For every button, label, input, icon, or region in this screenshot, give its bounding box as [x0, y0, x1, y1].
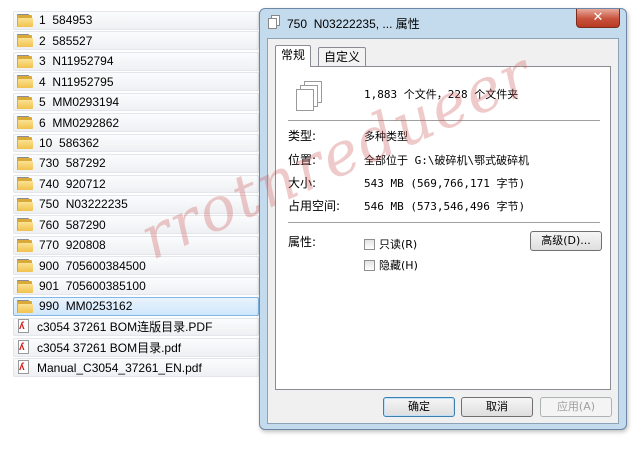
list-item[interactable]: ʎ c3054 37261 BOM目录.pdf: [13, 338, 259, 357]
location-value: 全部位于 G:\破碎机\鄂式破碎机: [364, 154, 530, 167]
folder-icon: [17, 177, 33, 191]
file-name: 5 MM0293194: [39, 95, 120, 110]
list-item[interactable]: 900 705600384500: [13, 256, 259, 275]
close-button[interactable]: ✕: [576, 9, 620, 28]
list-item[interactable]: 750 N03222235: [13, 194, 259, 214]
folder-icon: [17, 259, 33, 273]
properties-dialog: 750 N03222235, ... 属性 ✕ 常规 自定义 1,883 个文件…: [259, 8, 627, 430]
size-on-disk-value: 546 MB (573,546,496 字节): [364, 200, 526, 213]
folder-icon: [17, 34, 33, 48]
list-item[interactable]: 5 MM0293194: [13, 92, 259, 112]
dialog-title: 750 N03222235, ... 属性: [287, 17, 420, 31]
list-item[interactable]: ʎ c3054 37261 BOM连版目录.PDF: [13, 317, 259, 337]
list-item[interactable]: 3 N11952794: [13, 51, 259, 71]
readonly-checkbox-row[interactable]: 只读(R): [364, 236, 417, 252]
divider: [288, 120, 600, 122]
divider: [288, 222, 600, 224]
file-name: 750 N03222235: [39, 197, 128, 212]
list-item[interactable]: 990 MM0253162: [13, 297, 259, 316]
location-label: 位置:: [288, 153, 317, 167]
list-item[interactable]: 4 N11952795: [13, 72, 259, 91]
folder-icon: [17, 95, 33, 109]
folder-icon: [17, 197, 33, 211]
dialog-client: 常规 自定义 1,883 个文件，228 个文件夹 类型: 多种类型 位置: 全…: [267, 38, 619, 424]
general-panel: 1,883 个文件，228 个文件夹 类型: 多种类型 位置: 全部位于 G:\…: [275, 66, 611, 390]
file-name: 730 587292: [39, 156, 106, 171]
file-name: 900 705600384500: [39, 258, 146, 273]
pdf-icon: ʎ: [17, 339, 31, 355]
list-item[interactable]: 1 584953: [13, 11, 259, 30]
file-name: 3 N11952794: [39, 54, 114, 69]
tab-general[interactable]: 常规: [275, 45, 312, 67]
tab-custom[interactable]: 自定义: [318, 47, 367, 67]
list-item[interactable]: 770 920808: [13, 235, 259, 255]
file-name: 4 N11952795: [39, 74, 114, 89]
dialog-titlebar[interactable]: 750 N03222235, ... 属性 ✕: [260, 9, 626, 37]
file-name: 6 MM0292862: [39, 115, 120, 130]
hidden-label: 隐藏(H): [379, 259, 418, 272]
pdf-icon: ʎ: [17, 319, 31, 334]
advanced-button[interactable]: 高级(D)...: [530, 231, 602, 251]
list-item[interactable]: 2 585527: [13, 31, 259, 51]
cancel-button[interactable]: 取消: [461, 397, 533, 417]
list-item[interactable]: 10 586362: [13, 133, 259, 153]
file-list: 1 584953 2 585527 3 N11952794 4 N1195279…: [13, 11, 259, 379]
pdf-icon: ʎ: [17, 360, 31, 375]
file-name: 740 920712: [39, 176, 106, 191]
folder-icon: [17, 156, 33, 170]
ok-button[interactable]: 确定: [383, 397, 455, 417]
file-name: 901 705600385100: [39, 279, 146, 294]
hidden-checkbox-row[interactable]: 隐藏(H): [364, 257, 418, 273]
folder-icon: [17, 279, 33, 293]
folder-icon: [17, 116, 33, 130]
file-name: Manual_C3054_37261_EN.pdf: [37, 360, 202, 375]
file-name: c3054 37261 BOM目录.pdf: [37, 340, 182, 355]
folder-icon: [17, 13, 33, 27]
multiple-files-icon: [296, 81, 322, 111]
file-name: 2 585527: [39, 33, 93, 48]
folder-icon: [17, 218, 33, 232]
file-name: c3054 37261 BOM连版目录.PDF: [37, 320, 213, 335]
list-item[interactable]: 6 MM0292862: [13, 113, 259, 132]
documents-icon: [268, 15, 280, 29]
file-name: 1 584953: [39, 13, 93, 28]
list-item[interactable]: 760 587290: [13, 215, 259, 235]
file-name: 760 587290: [39, 217, 106, 232]
file-name: 990 MM0253162: [39, 299, 133, 314]
file-count-summary: 1,883 个文件，228 个文件夹: [364, 88, 519, 101]
folder-icon: [17, 136, 33, 150]
folder-icon: [17, 54, 33, 68]
list-item[interactable]: 740 920712: [13, 174, 259, 194]
list-item[interactable]: ʎ Manual_C3054_37261_EN.pdf: [13, 358, 259, 378]
hidden-checkbox[interactable]: [364, 259, 375, 271]
size-label: 大小:: [288, 176, 317, 190]
type-label: 类型:: [288, 129, 317, 143]
list-item[interactable]: 730 587292: [13, 154, 259, 173]
list-item[interactable]: 901 705600385100: [13, 276, 259, 296]
type-value: 多种类型: [364, 130, 408, 143]
folder-icon: [17, 75, 33, 89]
file-name: 770 920808: [39, 238, 106, 253]
size-on-disk-label: 占用空间:: [288, 199, 341, 213]
folder-icon: [17, 299, 33, 313]
size-value: 543 MB (569,766,171 字节): [364, 177, 526, 190]
apply-button[interactable]: 应用(A): [540, 397, 612, 417]
attributes-label: 属性:: [288, 235, 317, 249]
folder-icon: [17, 238, 33, 252]
readonly-checkbox[interactable]: [364, 238, 375, 250]
readonly-label: 只读(R): [379, 238, 418, 251]
file-name: 10 586362: [39, 135, 100, 150]
